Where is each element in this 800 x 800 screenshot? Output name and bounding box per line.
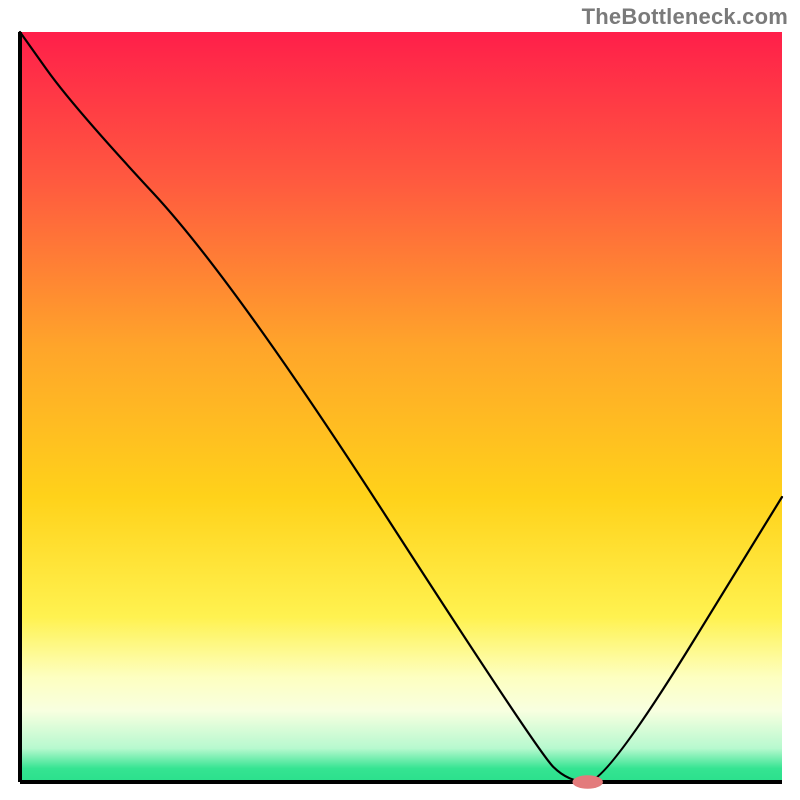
bottleneck-chart [0, 0, 800, 800]
plot-background [20, 32, 782, 782]
minimum-marker [572, 775, 602, 789]
chart-container: TheBottleneck.com [0, 0, 800, 800]
watermark-label: TheBottleneck.com [582, 4, 788, 30]
